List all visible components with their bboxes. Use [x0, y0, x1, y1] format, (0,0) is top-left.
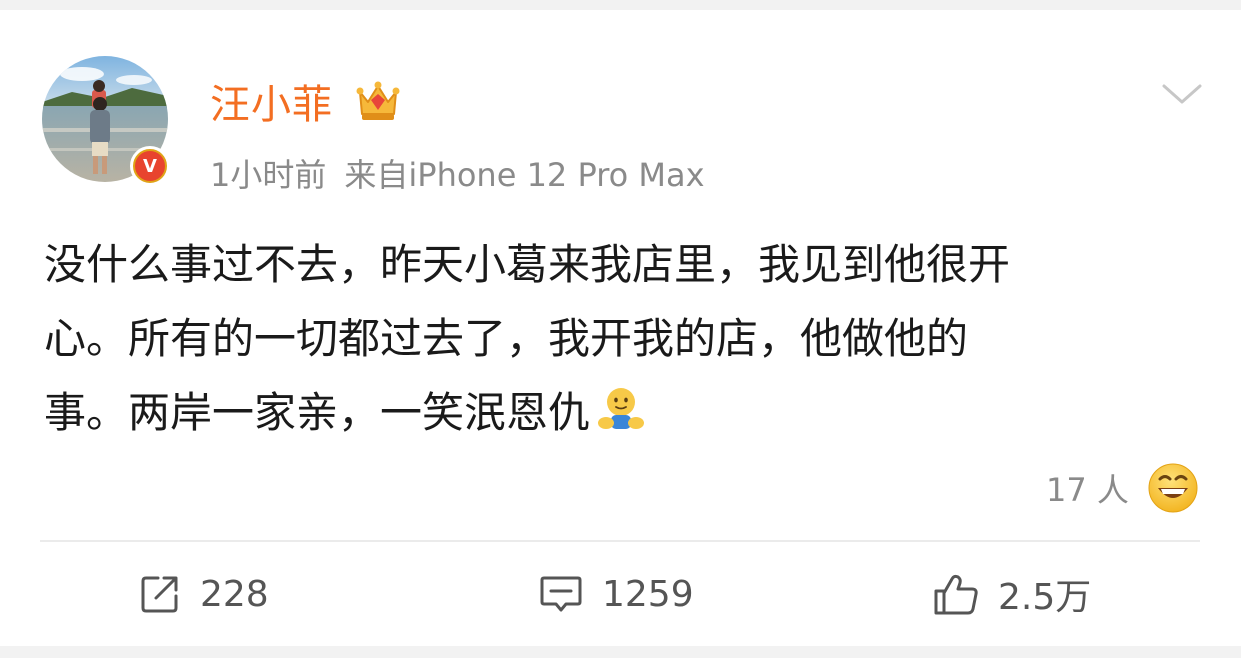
post-content: 没什么事过不去，昨天小葛来我店里，我见到他很开 心。所有的一切都过去了，我开我的… [44, 228, 1194, 450]
post-source: 来自iPhone 12 Pro Max [344, 156, 705, 194]
verified-badge-icon: V [130, 146, 170, 186]
post-meta: 1小时前 来自iPhone 12 Pro Max [210, 150, 705, 196]
comment-count: 1259 [602, 573, 694, 615]
post-content-line-1: 没什么事过不去，昨天小葛来我店里，我见到他很开 [44, 240, 1011, 289]
repost-icon [141, 576, 178, 613]
weibo-post-card: V 汪小菲 1小时前 来自iPhone 12 Pro Max 没什么事过不去，昨天… [0, 10, 1241, 646]
laugh-emoji-icon [1148, 463, 1198, 513]
reaction-summary[interactable]: 17 人 [1046, 460, 1199, 516]
repost-button[interactable]: 228 [138, 570, 269, 618]
post-time: 1小时前 [210, 156, 327, 194]
post-content-line-3: 事。两岸一家亲，一笑泯恩仇 [44, 376, 1194, 450]
hug-emoji-icon [598, 388, 645, 429]
username[interactable]: 汪小菲 [210, 72, 333, 130]
post-content-line-3-text: 事。两岸一家亲，一笑泯恩仇 [44, 388, 591, 437]
divider [40, 540, 1200, 542]
repost-count: 228 [200, 573, 269, 615]
like-button[interactable]: 2.5万 [932, 570, 1091, 618]
crown-vip-icon[interactable] [354, 78, 402, 126]
avatar[interactable]: V [42, 56, 170, 186]
post-content-line-2: 心。所有的一切都过去了，我开我的店，他做他的 [44, 314, 969, 363]
thumbs-up-icon [934, 574, 978, 615]
verified-badge-label: V [135, 151, 165, 181]
reaction-count: 17 人 [1046, 471, 1129, 509]
comment-icon [540, 576, 582, 612]
chevron-down-icon[interactable] [1160, 72, 1204, 116]
comment-button[interactable]: 1259 [538, 570, 694, 618]
like-count: 2.5万 [998, 577, 1092, 618]
